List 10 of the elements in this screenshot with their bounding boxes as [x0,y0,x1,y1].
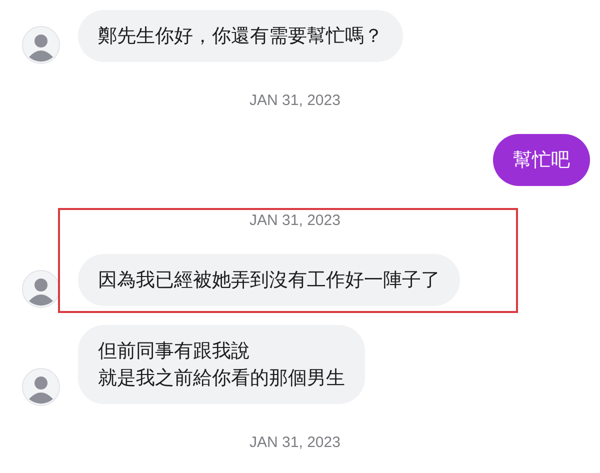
message-bubble: 幫忙吧 [493,134,590,186]
date-separator: JAN 31, 2023 [250,92,340,110]
date-separator: JAN 31, 2023 [250,212,340,230]
message-bubble: 鄭先生你好，你還有需要幫忙嗎？ [78,10,403,62]
message-bubble: 但前同事有跟我說 就是我之前給你看的那個男生 [78,325,365,404]
avatar-icon [22,26,60,64]
date-separator: JAN 31, 2023 [250,434,340,452]
message-bubble: 因為我已經被她弄到沒有工作好一陣子了 [78,254,460,306]
avatar-icon [22,368,60,406]
avatar-icon [22,270,60,308]
